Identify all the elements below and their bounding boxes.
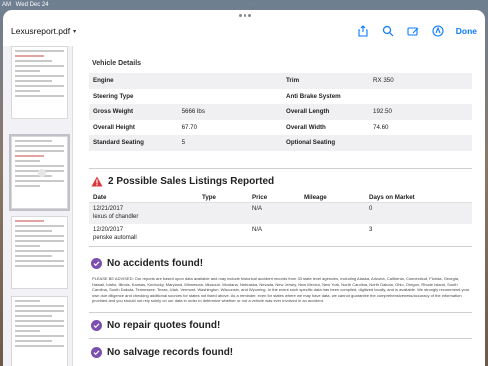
done-button[interactable]: Done: [456, 26, 477, 36]
detail-value: 74.60: [373, 123, 389, 131]
page-thumbnail-2[interactable]: [9, 134, 70, 211]
listing-seller: lexus of chandler: [93, 214, 139, 220]
listing-date: 12/21/2017: [93, 206, 124, 212]
page-thumbnail-1[interactable]: [11, 46, 68, 119]
detail-value: RX 350: [373, 77, 394, 85]
vehicle-detail-row: Overall Height 67.70 Overall Width 74.60: [89, 120, 472, 136]
status-time: AM: [2, 2, 11, 8]
listing-days: 3: [369, 227, 373, 233]
table-row: 12/20/2017 penske automall N/A 3: [89, 224, 472, 245]
detail-label: Anti Brake System: [286, 92, 341, 100]
accidents-title: No accidents found!: [107, 258, 204, 269]
section-divider: [89, 312, 472, 313]
salvage-title: No salvage records found!: [107, 347, 234, 358]
detail-value: 5: [181, 139, 186, 147]
check-circle-icon: [91, 347, 102, 358]
listing-price: N/A: [252, 206, 263, 212]
sales-listings-title: 2 Possible Sales Listings Reported: [108, 176, 275, 187]
listing-type: [202, 224, 252, 245]
check-circle-icon: [91, 258, 102, 269]
column-header-price: Price: [252, 193, 268, 201]
vehicle-details-title: Vehicle Details: [92, 60, 142, 67]
listing-price: N/A: [252, 227, 263, 233]
salvage-heading: No salvage records found!: [91, 347, 233, 358]
detail-label: Steering Type: [93, 92, 134, 100]
markup-icon[interactable]: [406, 24, 420, 38]
section-divider: [89, 246, 472, 247]
detail-value: [182, 73, 279, 89]
document-title-menu[interactable]: Lexusreport.pdf ▾: [11, 26, 76, 36]
table-row: 12/21/2017 lexus of chandler N/A 0: [89, 203, 472, 224]
detail-value: [373, 135, 472, 151]
column-header-mileage: Mileage: [304, 193, 327, 201]
detail-label: Trim: [286, 77, 300, 85]
detail-value: [373, 89, 472, 105]
listing-mileage: [304, 224, 369, 245]
table-header-row: Date Type Price Mileage Days on Market: [89, 192, 472, 203]
column-header-type: Type: [202, 193, 216, 201]
sales-listings-heading: 2 Possible Sales Listings Reported: [91, 176, 274, 187]
vehicle-detail-row: Gross Weight 5666 lbs Overall Length 192.5…: [89, 104, 472, 120]
detail-label: Overall Width: [286, 123, 326, 131]
document-title: Lexusreport.pdf: [11, 26, 71, 36]
repairs-title: No repair quotes found!: [107, 320, 221, 331]
page-thumbnail-4[interactable]: [11, 296, 68, 366]
page-thumbnail-sidebar: [3, 46, 73, 366]
share-icon[interactable]: [356, 24, 370, 38]
detail-label: Standard Seating: [93, 139, 144, 147]
section-divider: [89, 338, 472, 339]
status-bar: AM Wed Dec 24: [0, 0, 488, 10]
pdf-viewer-window: Lexusreport.pdf ▾ Done Vehicle Details E…: [3, 10, 485, 366]
check-circle-icon: [91, 320, 102, 331]
page-badge: [38, 169, 46, 177]
listing-mileage: [304, 203, 369, 224]
listing-seller: penske automall: [93, 235, 137, 241]
chevron-down-icon: ▾: [73, 28, 77, 35]
accident-disclaimer: PLEASE BE ADVISED: Our reports are based…: [92, 276, 470, 304]
vehicle-detail-row: Standard Seating 5 Optional Seating: [89, 135, 472, 151]
detail-label: Engine: [93, 77, 114, 85]
search-icon[interactable]: [381, 24, 395, 38]
page-thumbnail-3[interactable]: [11, 216, 68, 289]
column-header-days: Days on Market: [369, 193, 415, 201]
detail-label: Gross Weight: [93, 108, 134, 116]
listing-days: 0: [369, 206, 373, 212]
detail-label: Overall Length: [286, 108, 330, 116]
vehicle-details-table: Engine Trim RX 350 Steering Type Anti Bra…: [89, 73, 472, 151]
detail-value: 5666 lbs: [181, 108, 205, 116]
repairs-heading: No repair quotes found!: [91, 320, 220, 331]
detail-value: [182, 89, 279, 105]
accidents-heading: No accidents found!: [91, 258, 203, 269]
detail-value: 67.70: [181, 123, 198, 131]
warning-icon: [91, 176, 103, 187]
pdf-page[interactable]: Vehicle Details Engine Trim RX 350 Steeri…: [85, 46, 475, 366]
sales-listings-table: Date Type Price Mileage Days on Market 1…: [89, 192, 472, 245]
section-divider: [89, 168, 472, 169]
vehicle-detail-row: Engine Trim RX 350: [89, 73, 472, 89]
status-date: Wed Dec 24: [15, 2, 49, 8]
listing-date: 12/20/2017: [93, 227, 124, 233]
detail-value: 192.50: [373, 108, 392, 116]
detail-label: Optional Seating: [286, 139, 336, 147]
listing-type: [202, 203, 252, 224]
column-header-date: Date: [93, 193, 107, 201]
highlight-icon[interactable]: [431, 24, 445, 38]
toolbar: Lexusreport.pdf ▾ Done: [3, 10, 485, 46]
vehicle-detail-row: Steering Type Anti Brake System: [89, 89, 472, 105]
detail-label: Overall Height: [93, 123, 135, 131]
